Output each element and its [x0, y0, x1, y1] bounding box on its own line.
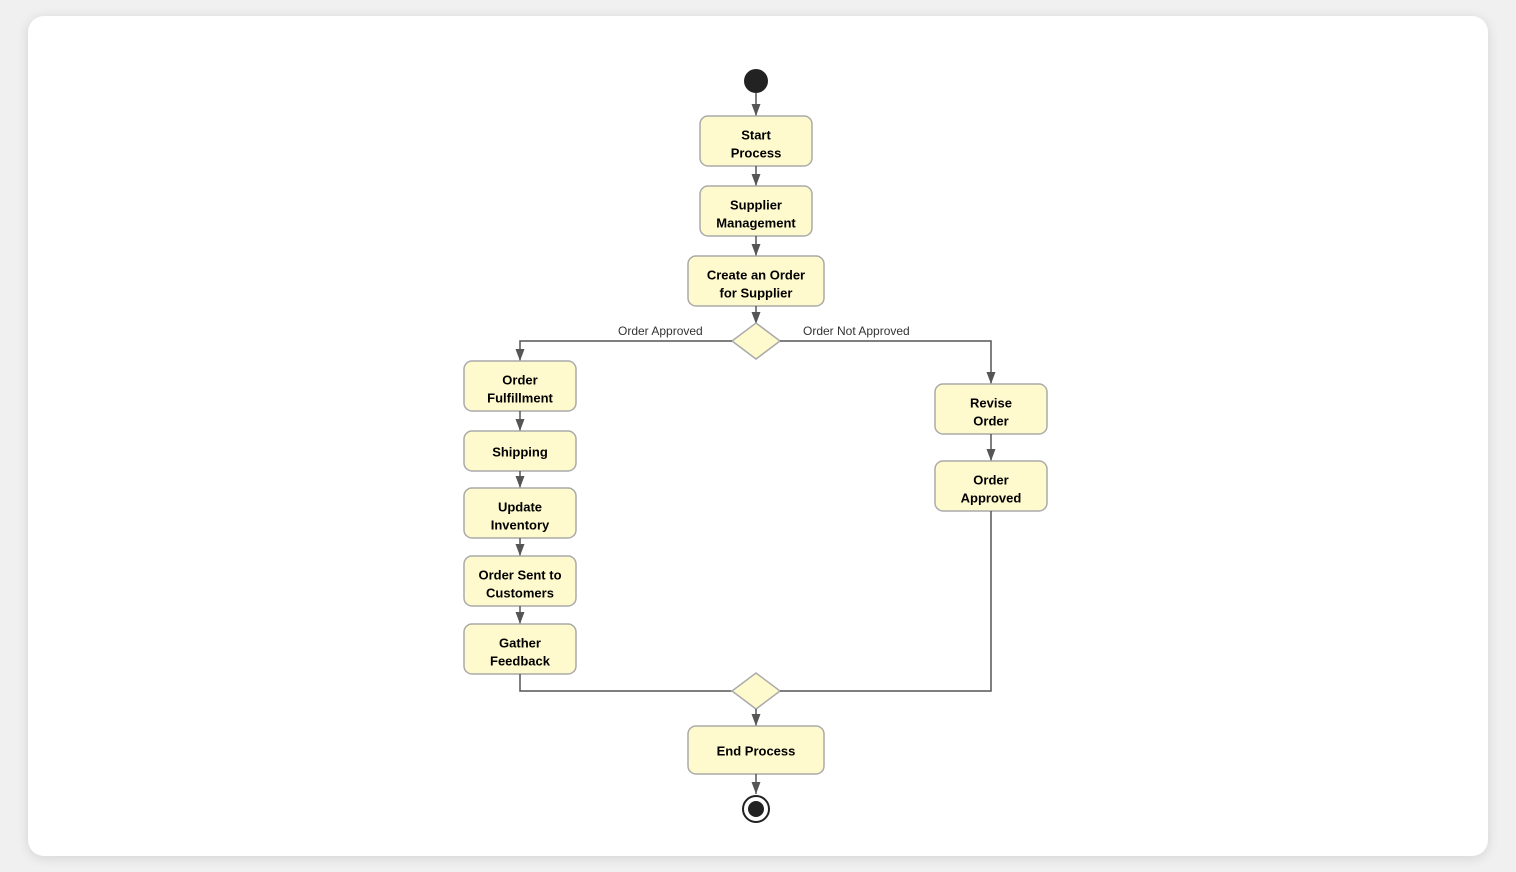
- order-sent-label2: Customers: [486, 585, 554, 600]
- order-approved-label: Order Approved: [618, 324, 703, 338]
- update-inventory-label: Update: [498, 499, 542, 514]
- supplier-mgmt-label: Supplier: [730, 197, 782, 212]
- end-process-label: End Process: [717, 743, 796, 758]
- order-sent-label: Order Sent to: [478, 567, 561, 582]
- end-inner-dot: [748, 801, 764, 817]
- gather-feedback-label2: Feedback: [490, 653, 551, 668]
- revise-order-label: Revise: [970, 395, 1012, 410]
- order-approved-right-label: Order: [973, 472, 1008, 487]
- decision2-diamond: [732, 673, 780, 709]
- shipping-label: Shipping: [492, 444, 548, 459]
- supplier-mgmt-label2: Management: [716, 215, 796, 230]
- order-approved-right-label2: Approved: [961, 490, 1022, 505]
- create-order-label: Create an Order: [707, 267, 805, 282]
- order-not-approved-label: Order Not Approved: [803, 324, 910, 338]
- diagram-container: Start Process Supplier Management Create…: [28, 16, 1488, 856]
- order-fulfillment-label: Order: [502, 372, 537, 387]
- update-inventory-label2: Inventory: [491, 517, 550, 532]
- start-process-label2: Process: [731, 145, 782, 160]
- gather-feedback-label: Gather: [499, 635, 541, 650]
- create-order-label2: for Supplier: [720, 285, 793, 300]
- start-dot: [744, 69, 768, 93]
- start-process-label: Start: [741, 127, 771, 142]
- decision1-diamond: [732, 323, 780, 359]
- revise-order-label2: Order: [973, 413, 1008, 428]
- order-fulfillment-label2: Fulfillment: [487, 390, 553, 405]
